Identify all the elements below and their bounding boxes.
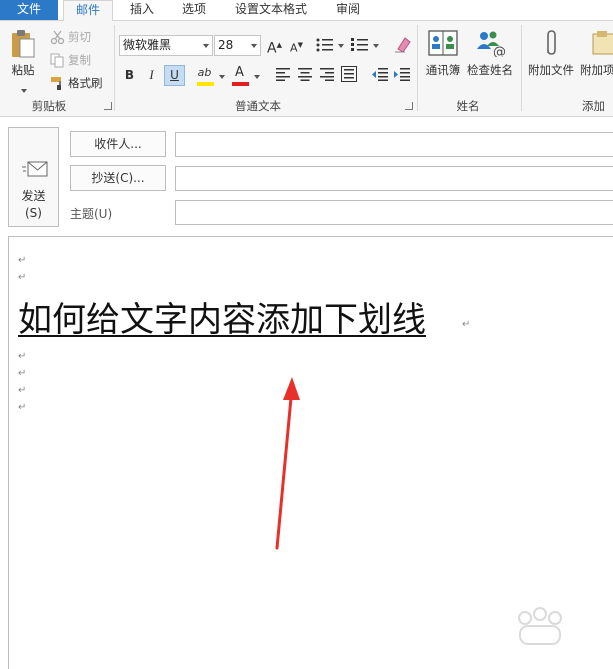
watermark-logo-icon (518, 607, 562, 645)
tab-mail[interactable]: 邮件 (63, 0, 113, 21)
annotation-arrow-icon (275, 377, 300, 550)
